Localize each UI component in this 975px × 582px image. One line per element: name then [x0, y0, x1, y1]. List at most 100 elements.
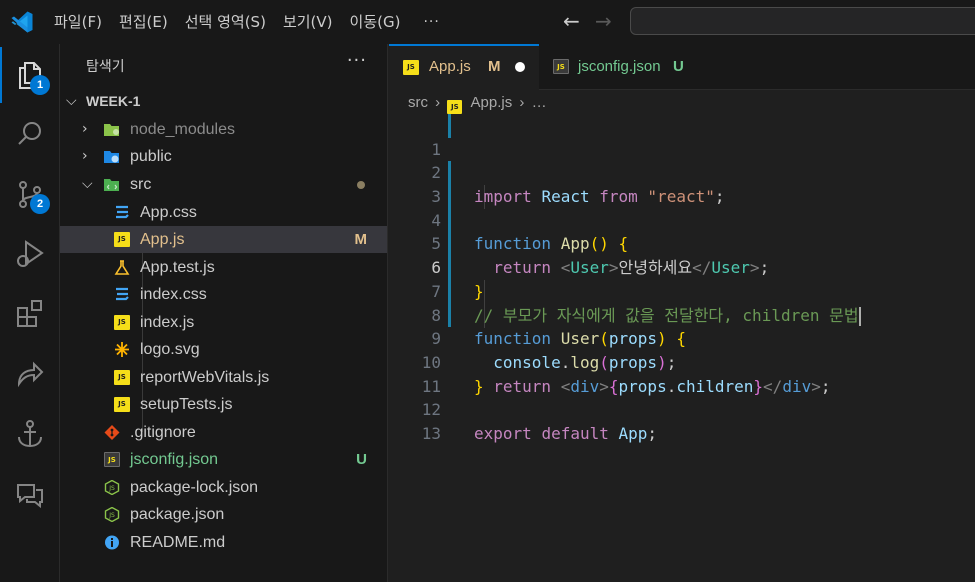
tab-jsconfig[interactable]: JS jsconfig.json U [539, 44, 719, 90]
tree-item-index-js[interactable]: JS index.js [60, 309, 387, 336]
code-line: 7 function User(props) { [389, 256, 975, 348]
tab-status: M [488, 58, 501, 75]
tree-item-label: jsconfig.json [130, 451, 219, 468]
node-js-icon: JS [104, 507, 120, 522]
tree-item-index-css[interactable]: index.css [60, 281, 387, 308]
menu-edit[interactable]: 편집(E) [119, 0, 168, 44]
modified-dot-icon [357, 181, 365, 189]
gutter-modified-marker [448, 114, 451, 138]
tree-root-week1[interactable]: ⌵ WEEK-1 [60, 88, 387, 115]
editor-tabs: JS App.js M JS jsconfig.json U [389, 44, 975, 90]
command-center-search[interactable] [630, 7, 975, 35]
activity-live-share[interactable] [0, 346, 60, 402]
css-file-icon [116, 205, 129, 219]
activity-explorer[interactable]: 1 [0, 47, 60, 103]
live-share-icon [17, 361, 44, 388]
modified-status: M [354, 231, 368, 248]
tree-item-label: index.css [140, 286, 207, 303]
tree-item-label: package.json [130, 506, 225, 523]
tab-label: App.js [429, 58, 471, 75]
code-editor[interactable]: 1 import React from "react"; 2 3 functio… [389, 114, 975, 443]
svg-text:JS: JS [108, 512, 115, 519]
tree-item-readme[interactable]: README.md [60, 529, 387, 556]
tree-item-label: App.js [140, 231, 185, 248]
js-file-icon: JS [114, 397, 130, 412]
code-line: 11 [389, 351, 975, 396]
chevron-right-icon: › [82, 121, 88, 137]
css-file-icon [116, 287, 129, 301]
code-line: 8 console.log(props); [389, 279, 975, 372]
gutter-modified-marker [448, 208, 451, 233]
forward-arrow-icon[interactable]: → [595, 10, 612, 32]
tree-item-package-json[interactable]: JS package.json [60, 501, 387, 528]
menu-selection[interactable]: 선택 영역(S) [185, 0, 266, 44]
tree-item-app-test-js[interactable]: App.test.js [60, 254, 387, 281]
code-line: 12 export default App; [389, 375, 975, 443]
tab-status: U [673, 58, 684, 75]
tree-item-report-web-vitals[interactable]: JS reportWebVitals.js [60, 364, 387, 391]
tab-app-js[interactable]: JS App.js M [389, 44, 539, 90]
tree-item-setup-tests[interactable]: JS setupTests.js [60, 391, 387, 418]
chevron-down-icon: ⌵ [82, 176, 93, 192]
menu-file[interactable]: 파일(F) [54, 0, 102, 44]
breadcrumb-more[interactable]: … [532, 94, 547, 111]
tree-root-label: WEEK-1 [86, 93, 141, 109]
tree-item-package-lock[interactable]: JS package-lock.json [60, 474, 387, 501]
test-flask-icon [114, 260, 130, 275]
menu-view[interactable]: 보기(V) [283, 0, 333, 44]
tree-item-app-css[interactable]: App.css [60, 199, 387, 226]
sidebar-more-button[interactable]: ··· [347, 50, 367, 71]
tree-item-label: logo.svg [140, 341, 200, 358]
js-file-icon: JS [403, 60, 419, 75]
activity-extensions[interactable] [0, 286, 60, 342]
search-icon [18, 122, 41, 145]
info-icon [105, 535, 119, 550]
gutter-modified-marker [448, 232, 451, 257]
breadcrumb-file[interactable]: App.js [471, 94, 513, 111]
tree-item-gitignore[interactable]: .gitignore [60, 419, 387, 446]
tree-item-app-js[interactable]: JS App.js M [60, 226, 387, 253]
js-file-icon: JS [114, 232, 130, 247]
tree-item-public[interactable]: › public [60, 143, 387, 170]
chevron-down-icon: ⌵ [66, 93, 77, 109]
tree-item-node-modules[interactable]: › node_modules [60, 116, 387, 143]
menu-more[interactable]: ··· [423, 0, 439, 44]
tree-item-jsconfig[interactable]: JS jsconfig.json U [60, 446, 387, 473]
tree-item-logo-svg[interactable]: logo.svg [60, 336, 387, 363]
tree-item-label: index.js [140, 314, 195, 331]
code-line: 5 } [389, 208, 975, 301]
vscode-logo-icon[interactable] [10, 10, 34, 34]
activity-run-debug[interactable] [0, 226, 60, 282]
explorer-badge: 1 [30, 75, 50, 95]
anchor-icon [18, 420, 42, 448]
svg-file-icon [115, 342, 129, 357]
activity-chat[interactable] [0, 466, 60, 522]
back-arrow-icon[interactable]: ← [563, 10, 580, 32]
breadcrumb: src › JS App.js › … [408, 92, 547, 114]
tree-item-label: package-lock.json [130, 479, 259, 496]
menu-bar: 파일(F) 편집(E) 선택 영역(S) 보기(V) 이동(G) ··· [54, 0, 440, 44]
activity-source-control[interactable]: 2 [0, 166, 60, 222]
tree-item-label: node_modules [130, 121, 235, 138]
tree-item-label: setupTests.js [140, 396, 233, 413]
git-file-icon [104, 425, 120, 440]
explorer-sidebar: 탐색기 ··· ⌵ WEEK-1 › node_modules › public… [60, 44, 388, 582]
unsaved-dot-icon[interactable] [515, 62, 525, 72]
code-line: 10 } [389, 327, 975, 396]
chat-icon [17, 484, 43, 509]
breadcrumb-folder[interactable]: src [408, 94, 428, 111]
jsconfig-file-icon: JS [104, 452, 120, 467]
code-line: 2 [389, 138, 975, 182]
gutter-modified-marker [448, 279, 451, 304]
run-debug-icon [17, 240, 44, 267]
menu-go[interactable]: 이동(G) [350, 0, 401, 44]
js-file-icon: JS [114, 370, 130, 385]
activity-anchor[interactable] [0, 406, 60, 462]
tree-item-src[interactable]: ⌵ src [60, 171, 387, 198]
tab-label: jsconfig.json [578, 58, 661, 75]
gutter-modified-marker [448, 185, 451, 209]
folder-public-icon [104, 151, 119, 163]
title-bar: 파일(F) 편집(E) 선택 영역(S) 보기(V) 이동(G) ··· ← → [0, 0, 975, 44]
activity-bar: 1 2 [0, 44, 60, 582]
activity-search[interactable] [0, 106, 60, 162]
